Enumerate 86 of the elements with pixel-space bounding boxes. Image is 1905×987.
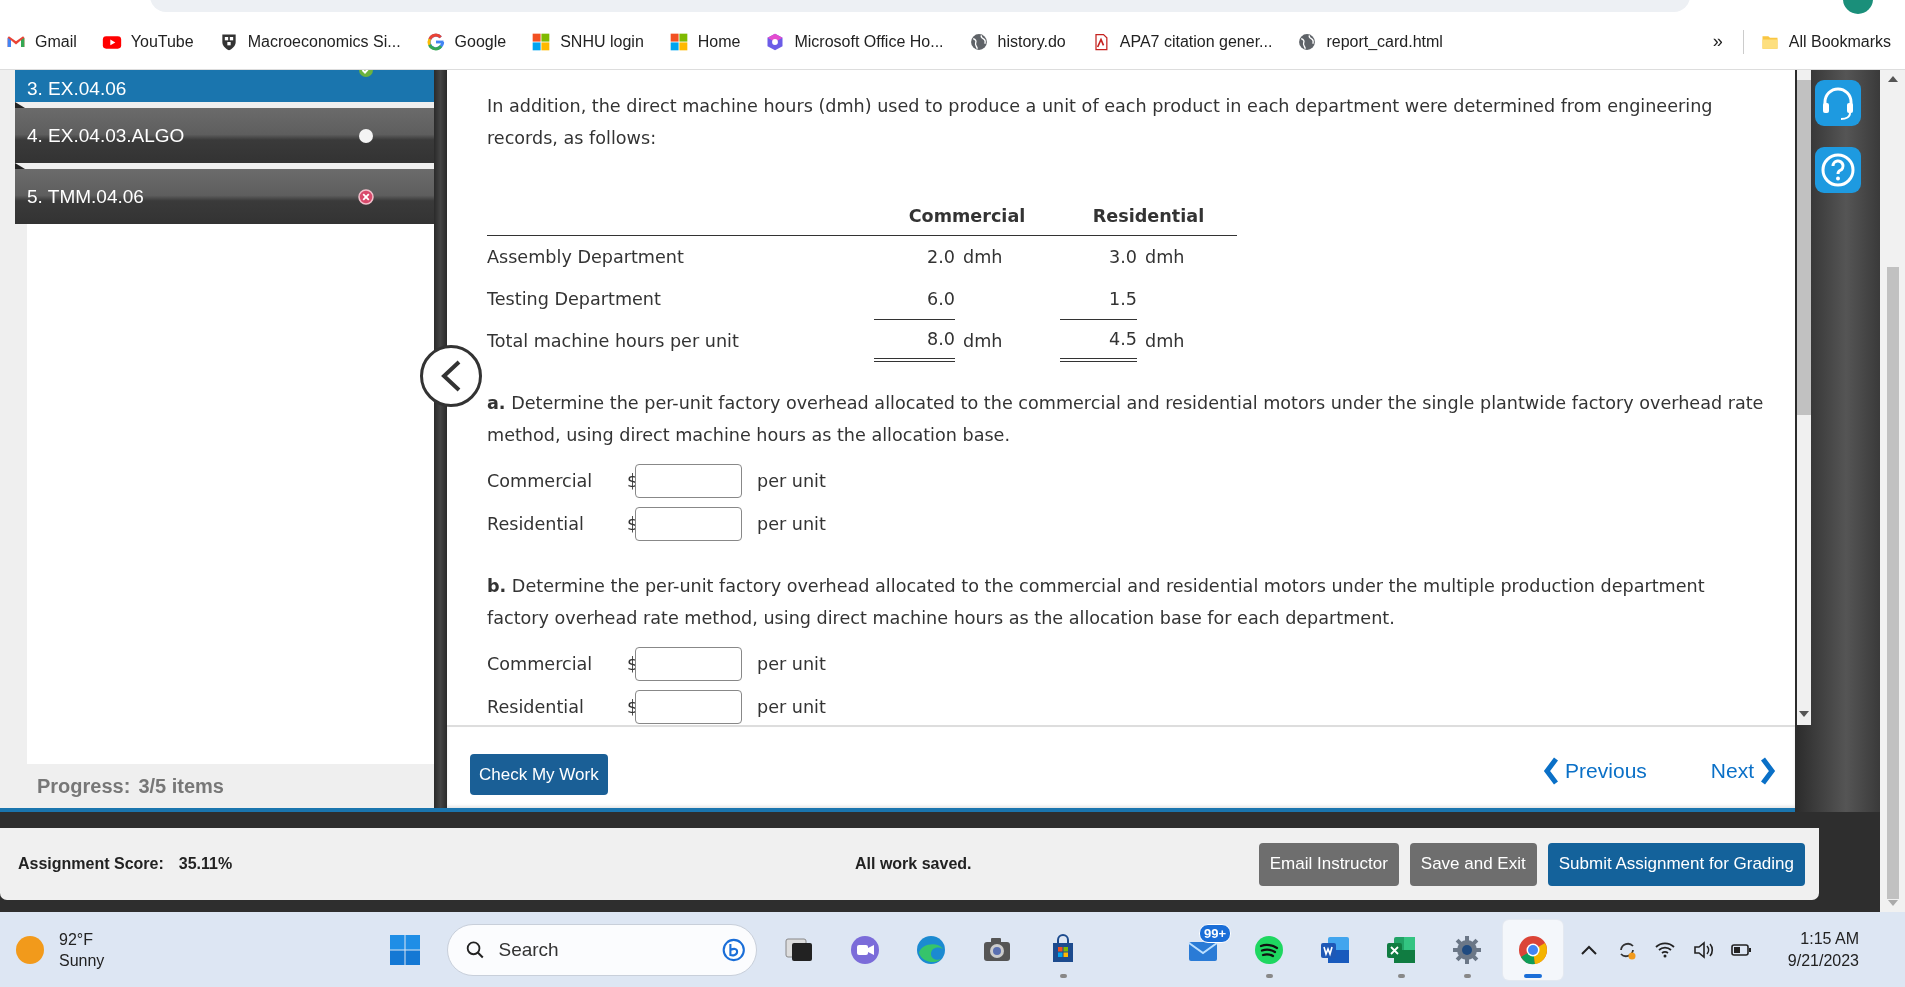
bookmark-link[interactable]: history.do (968, 31, 1066, 52)
scrollbar-thumb[interactable] (1797, 80, 1811, 415)
search-input[interactable]: Search (498, 938, 709, 961)
hexagon-icon (765, 31, 786, 52)
chevron-left-icon (439, 359, 463, 393)
headset-icon (1814, 80, 1861, 126)
column-header: Commercial (874, 196, 1060, 236)
table-cell-text: 2.0 (926, 246, 955, 269)
globe-icon (968, 31, 989, 52)
row-label: Testing Department (487, 288, 662, 311)
bookmark-folder-link[interactable]: All Bookmarks (1759, 31, 1891, 52)
globe-icon (1297, 31, 1318, 52)
clock[interactable]: 1:15 AM 9/21/2023 (1787, 927, 1859, 972)
table-cell: 8.0 (874, 320, 955, 362)
temperature: 92°F (59, 929, 94, 950)
answer-field[interactable] (635, 646, 742, 681)
next-link[interactable]: Next (1710, 757, 1776, 785)
action-button[interactable]: Save and Exit (1409, 842, 1537, 886)
unit-label: dmh (963, 331, 1003, 351)
support-button[interactable] (1814, 80, 1861, 129)
bookmark-link[interactable]: Home (668, 31, 741, 52)
more-bookmarks-button[interactable]: » (1712, 31, 1723, 52)
notification-badge: 99+ (1198, 923, 1231, 943)
help-button[interactable] (1814, 147, 1861, 196)
help-icon (1814, 147, 1861, 193)
weather-widget[interactable]: 92°F Sunny (15, 928, 375, 971)
score-label: Assignment Score: (18, 855, 164, 873)
search-bar[interactable]: Search (447, 923, 757, 976)
weather-condition: Sunny (59, 950, 105, 971)
sun-icon (15, 934, 45, 965)
time-text: 1:15 AM (1800, 928, 1859, 949)
table-cell: 1.5 (1060, 278, 1137, 320)
answer-field[interactable] (635, 506, 742, 541)
chevron-right-icon (1760, 757, 1776, 785)
question-text: a. Determine the per-unit factory overhead allocated to the commercial and residential motors under the single plantwide factory overhead rate method, using direct machine hours as the allocation base. (487, 392, 1765, 447)
answer-label: Commercial (487, 470, 594, 491)
unit-label: per unit (757, 513, 826, 534)
progress-label: Progress: (37, 774, 131, 798)
bookmark-link[interactable]: Google (425, 31, 507, 52)
bookmark-link[interactable]: Microsoft Office Ho... (765, 31, 944, 52)
scroll-down-icon[interactable] (1799, 711, 1809, 717)
answer-label: Commercial (487, 653, 594, 674)
scroll-up-icon[interactable] (1887, 76, 1898, 82)
column-header: Residential (1060, 196, 1237, 236)
table-cell: 6.0 (874, 278, 955, 320)
bookmark-link[interactable]: Macroeconomics Si... (218, 31, 401, 52)
row-label: Assembly Department (487, 246, 685, 269)
score-value: 35.11% (178, 855, 233, 873)
scrollbar[interactable] (1797, 70, 1811, 725)
save-status: All work saved. (855, 855, 972, 873)
bookmark-link[interactable]: YouTube (101, 31, 194, 52)
chevron-left-icon (1543, 757, 1560, 785)
unit-label: per unit (757, 470, 826, 491)
submit-button[interactable]: Submit Assignment for Grading (1547, 842, 1805, 886)
grid-icon (531, 31, 552, 52)
unit-label: per unit (757, 653, 826, 674)
action-button[interactable]: Email Instructor (1258, 842, 1399, 886)
bookmark-link[interactable]: report_card.html (1297, 31, 1443, 52)
unit-label: dmh (1145, 331, 1185, 351)
unit-label: per unit (757, 696, 826, 717)
table-cell: 4.5 (1060, 320, 1137, 362)
date-text: 9/21/2023 (1787, 950, 1859, 971)
unit-label: dmh (963, 247, 1003, 267)
windows-logo-icon (388, 932, 422, 967)
taskbar-app-button[interactable]: 99+ (1173, 919, 1233, 980)
bookmark-link[interactable]: SNHU login (531, 31, 644, 52)
progress-value: 3/5 items (138, 774, 224, 798)
previous-link[interactable]: Previous (1543, 757, 1647, 785)
answer-label: Residential (487, 696, 585, 717)
check-my-work-button[interactable]: Check My Work (470, 754, 608, 795)
bookmark-link[interactable]: Gmail (6, 31, 77, 52)
bookmark-link[interactable]: APA7 citation gener... (1090, 31, 1273, 52)
unit-label: dmh (1145, 247, 1185, 267)
g-logo-icon (425, 31, 446, 52)
grid-icon (668, 31, 689, 52)
intro-text: In addition, the direct machine hours (dmh) used to produce a unit of each product in each department were determined from engineering records, as follows: (487, 95, 1714, 150)
scrollbar-thumb[interactable] (1886, 267, 1899, 899)
answer-label: Residential (487, 513, 585, 534)
status-dot-icon (358, 127, 374, 144)
row-label: Total machine hours per unit (487, 330, 740, 353)
sidebar-item[interactable]: 3. EX.04.06 (15, 70, 434, 102)
status-cross-icon (358, 188, 374, 205)
table-cell-text: 3.0 (1108, 246, 1137, 269)
answer-field[interactable] (635, 463, 742, 498)
answer-field[interactable] (635, 689, 742, 724)
question-text: b. Determine the per-unit factory overhead allocated to the commercial and residential motors under the multiple production department factory overhead rate method, using direct machine hours as the allocation base for each department. (487, 575, 1706, 630)
